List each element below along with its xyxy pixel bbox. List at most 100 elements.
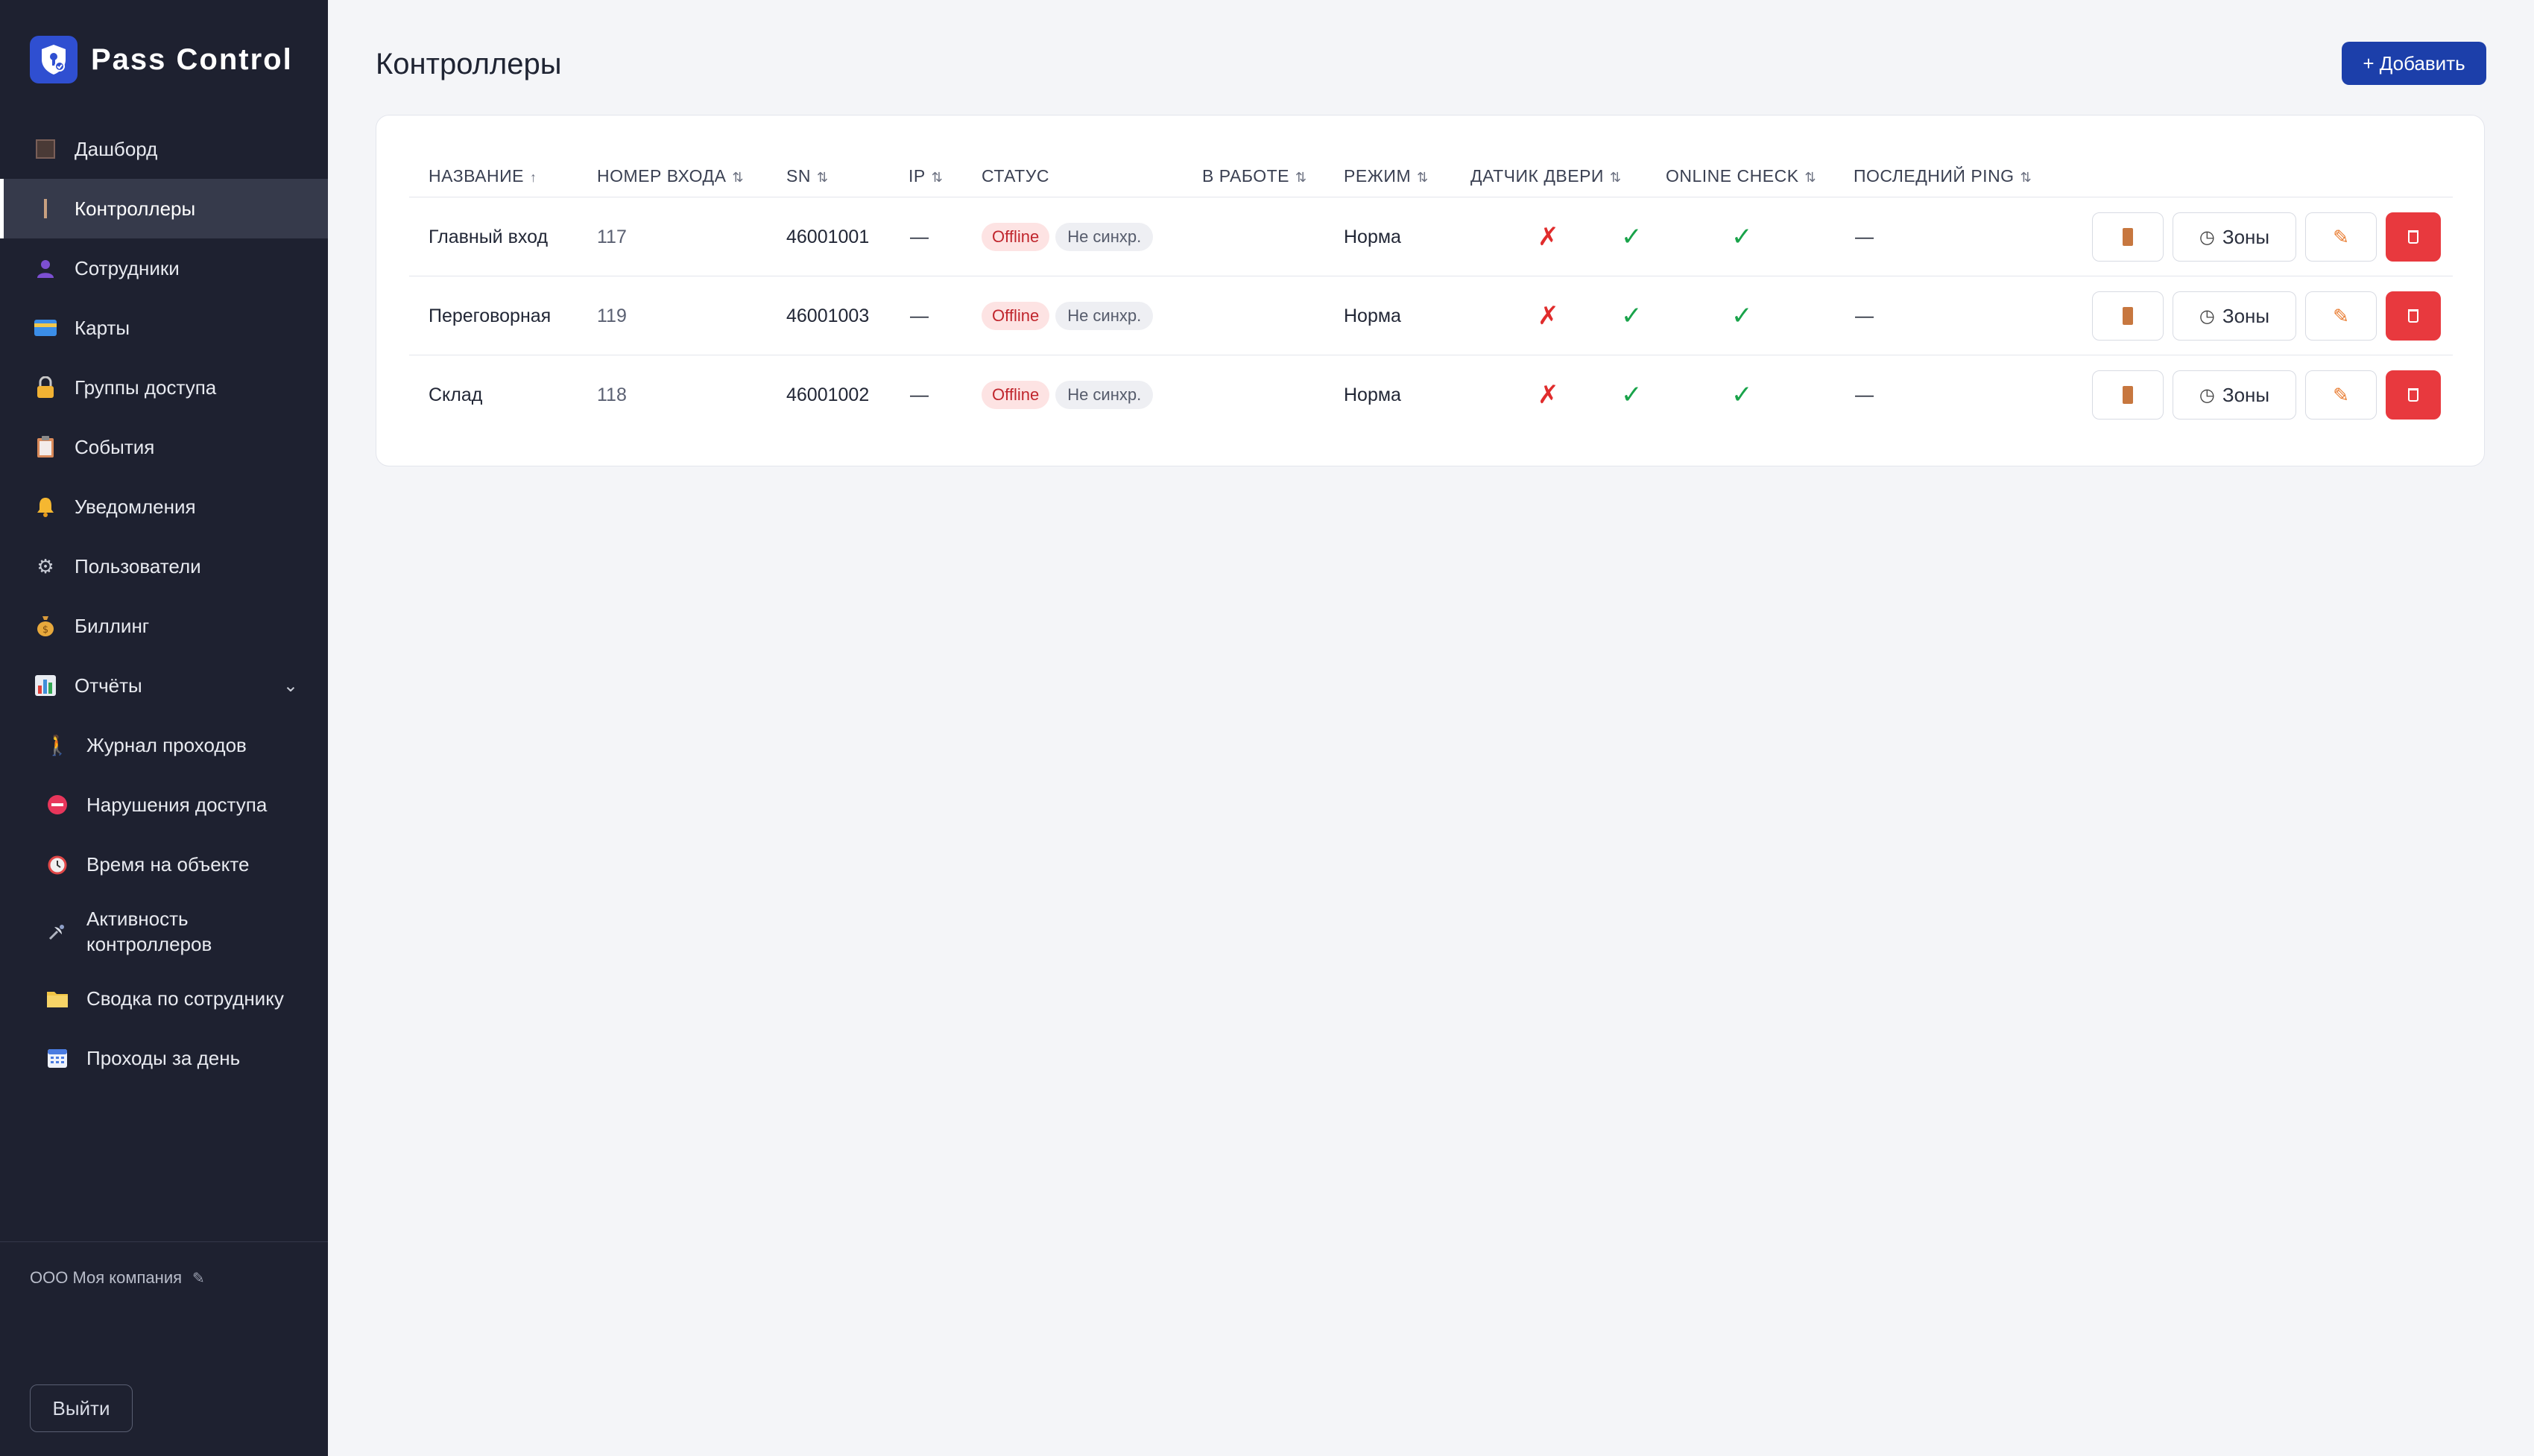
sidebar-item-employees[interactable]: Сотрудники	[0, 238, 328, 298]
sort-icon: ⇅	[732, 170, 745, 185]
door-icon	[2123, 228, 2133, 246]
sidebar-item-access-groups[interactable]: Группы доступа	[0, 358, 328, 417]
last-ping: —	[1855, 226, 1874, 247]
sidebar-item-dashboard[interactable]: Дашборд	[0, 119, 328, 179]
column-header-ip[interactable]: IP ⇅	[909, 166, 943, 186]
sidebar-subitem-access-violations[interactable]: Нарушения доступа	[0, 775, 328, 835]
sidebar-item-label: Отчёты	[75, 674, 142, 697]
door-icon	[2123, 307, 2133, 325]
dashboard-icon	[33, 136, 58, 162]
page-title: Контроллеры	[376, 48, 562, 80]
status-badge-offline: Offline	[982, 302, 1050, 330]
clock-icon: ◷	[2199, 306, 2215, 326]
sidebar-subitem-time-on-site[interactable]: Время на объекте	[0, 835, 328, 894]
company-name: ООО Моя компания	[30, 1268, 183, 1287]
sidebar-item-events[interactable]: События	[0, 417, 328, 477]
mode-value: Норма	[1344, 226, 1401, 247]
bell-icon	[33, 494, 58, 519]
table-header: НАЗВАНИЕ ↑ НОМЕР ВХОДА ⇅ SN ⇅ IP ⇅ СТАТУС В …	[409, 153, 2453, 197]
sidebar-item-billing[interactable]: $ Биллинг	[0, 596, 328, 656]
pencil-icon[interactable]: ✎	[192, 1269, 205, 1288]
sidebar: Pass Control Дашборд Контроллеры Сотрудн…	[0, 0, 328, 1456]
clock-icon: ◷	[2199, 227, 2215, 247]
column-header-sn[interactable]: SN ⇅	[786, 166, 829, 186]
sidebar-subitem-employee-summary[interactable]: Сводка по сотруднику	[0, 969, 328, 1028]
sidebar-item-users[interactable]: ⚙ Пользователи	[0, 536, 328, 596]
no-entry-icon	[45, 792, 70, 817]
zones-button[interactable]: ◷ Зоны	[2173, 212, 2296, 262]
sidebar-item-reports[interactable]: Отчёты ⌄	[0, 656, 328, 715]
sidebar-item-label: Биллинг	[75, 614, 150, 637]
sidebar-subitem-controller-activity[interactable]: Активность контроллеров	[0, 894, 328, 969]
sidebar-item-label: Контроллеры	[75, 197, 196, 220]
trash-icon	[2408, 388, 2418, 402]
sort-icon: ⇅	[1804, 170, 1817, 185]
zones-button[interactable]: ◷ Зоны	[2173, 370, 2296, 420]
status-cell: Offline Не синхр.	[982, 197, 1154, 276]
serial-number: 46001002	[786, 384, 870, 405]
controllers-table-card: НАЗВАНИЕ ↑ НОМЕР ВХОДА ⇅ SN ⇅ IP ⇅ СТАТУС В …	[376, 115, 2485, 466]
delete-button[interactable]	[2386, 291, 2441, 341]
delete-button[interactable]	[2386, 212, 2441, 262]
status-cell: Offline Не синхр.	[982, 276, 1154, 355]
edit-button[interactable]: ✎	[2305, 212, 2377, 262]
sidebar-subitem-label: Время на объекте	[86, 853, 250, 876]
status-badge-offline: Offline	[982, 381, 1050, 409]
folder-icon	[45, 986, 70, 1011]
sidebar-divider	[0, 1241, 328, 1242]
status-badge-offline: Offline	[982, 223, 1050, 251]
delete-button[interactable]	[2386, 370, 2441, 420]
sort-icon: ⇅	[2020, 170, 2032, 185]
table-row: Склад 118 46001002 — Offline Не синхр. ✓…	[409, 355, 2453, 434]
sidebar-subitem-daily-passes[interactable]: Проходы за день	[0, 1028, 328, 1088]
company-selector[interactable]: ООО Моя компания ✎	[30, 1268, 205, 1288]
bar-chart-icon	[33, 673, 58, 698]
add-controller-button[interactable]: + Добавить	[2342, 42, 2486, 85]
sort-icon: ⇅	[816, 170, 829, 185]
pencil-icon: ✎	[2333, 304, 2349, 327]
column-header-name[interactable]: НАЗВАНИЕ ↑	[429, 166, 537, 186]
in-work-check-icon: ✓	[1621, 381, 1643, 409]
trash-icon	[2408, 309, 2418, 323]
entry-number: 119	[597, 305, 627, 326]
serial-number: 46001001	[786, 226, 870, 247]
ip-address: —	[910, 305, 929, 326]
chevron-down-icon[interactable]: ⌄	[283, 675, 298, 697]
door-sensor-cross-icon: ✗	[1538, 302, 1559, 330]
person-icon	[33, 256, 58, 281]
open-door-button[interactable]	[2092, 291, 2164, 341]
sort-icon: ⇅	[1609, 170, 1622, 185]
zones-button[interactable]: ◷ Зоны	[2173, 291, 2296, 341]
door-icon	[2123, 386, 2133, 404]
column-header-in-work[interactable]: В РАБОТЕ ⇅	[1202, 166, 1307, 186]
online-check-icon: ✓	[1731, 381, 1753, 409]
open-door-button[interactable]	[2092, 212, 2164, 262]
column-header-mode[interactable]: РЕЖИМ ⇅	[1344, 166, 1429, 186]
shield-icon	[30, 36, 78, 83]
edit-button[interactable]: ✎	[2305, 291, 2377, 341]
sort-icon: ⇅	[1417, 170, 1429, 185]
edit-button[interactable]: ✎	[2305, 370, 2377, 420]
column-header-last-ping[interactable]: ПОСЛЕДНИЙ PING ⇅	[1854, 166, 2032, 186]
sidebar-subitem-label: Активность контроллеров	[86, 908, 212, 955]
sort-icon: ⇅	[931, 170, 944, 185]
sidebar-subitem-label: Журнал проходов	[86, 734, 247, 756]
column-header-door-sensor[interactable]: ДАТЧИК ДВЕРИ ⇅	[1470, 166, 1622, 186]
clock-icon: ◷	[2199, 384, 2215, 405]
sidebar-item-label: Дашборд	[75, 137, 158, 160]
sort-icon: ⇅	[1295, 170, 1307, 185]
alarm-clock-icon	[45, 852, 70, 877]
column-header-entry[interactable]: НОМЕР ВХОДА ⇅	[597, 166, 744, 186]
sidebar-subitem-pass-log[interactable]: 🚶 Журнал проходов	[0, 715, 328, 775]
column-header-online-check[interactable]: ONLINE CHECK ⇅	[1666, 166, 1816, 186]
sidebar-item-controllers[interactable]: Контроллеры	[0, 179, 328, 238]
logout-button[interactable]: Выйти	[30, 1384, 133, 1432]
controller-name: Склад	[429, 384, 483, 405]
sidebar-item-cards[interactable]: Карты	[0, 298, 328, 358]
open-door-button[interactable]	[2092, 370, 2164, 420]
app-logo[interactable]: Pass Control	[30, 36, 293, 83]
sidebar-subitem-label: Сводка по сотруднику	[86, 987, 284, 1010]
sidebar-item-notifications[interactable]: Уведомления	[0, 477, 328, 536]
last-ping: —	[1855, 305, 1874, 326]
door-sensor-cross-icon: ✗	[1538, 223, 1559, 251]
